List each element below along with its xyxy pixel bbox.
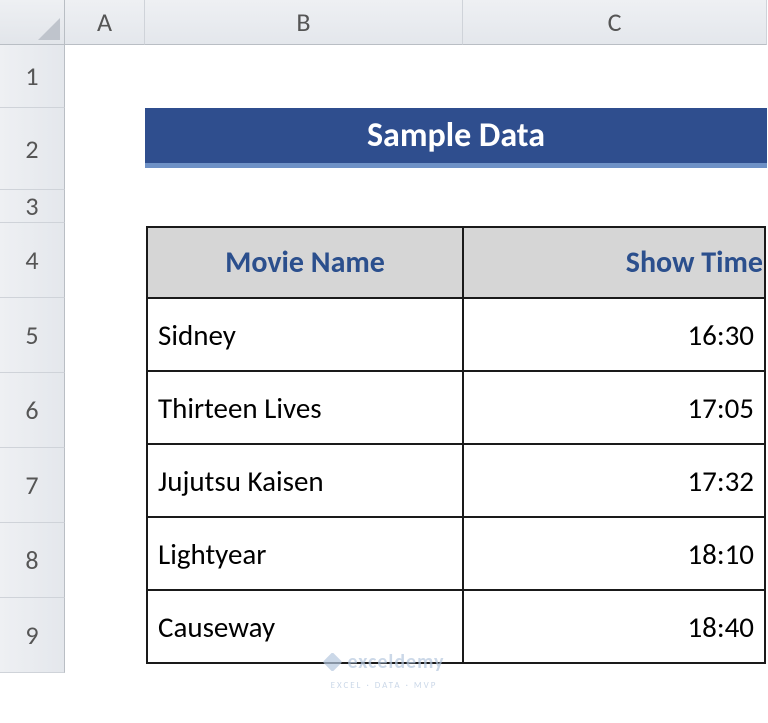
table-header-row: Movie Name Show Time — [147, 227, 765, 298]
cell-a2[interactable] — [65, 108, 145, 190]
row-header-6[interactable]: 6 — [0, 373, 65, 448]
column-header-c[interactable]: C — [463, 0, 767, 45]
movie-data-table: Movie Name Show Time Sidney 16:30 Thirte… — [146, 226, 766, 664]
cell-movie[interactable]: Lightyear — [147, 517, 463, 590]
cell-movie[interactable]: Thirteen Lives — [147, 371, 463, 444]
watermark-subtext: EXCEL · DATA · MVP — [331, 680, 438, 691]
table-row: Jujutsu Kaisen 17:32 — [147, 444, 765, 517]
cell-time[interactable]: 18:40 — [463, 590, 765, 663]
row-header-7[interactable]: 7 — [0, 448, 65, 523]
table-row: Causeway 18:40 — [147, 590, 765, 663]
column-header-row: A B C — [0, 0, 768, 45]
cell-time[interactable]: 17:05 — [463, 371, 765, 444]
row-header-9[interactable]: 9 — [0, 598, 65, 673]
column-header-b[interactable]: B — [145, 0, 463, 45]
cell-c3[interactable] — [463, 190, 767, 223]
cell-a8[interactable] — [65, 523, 145, 598]
cell-movie[interactable]: Sidney — [147, 298, 463, 371]
cell-movie[interactable]: Jujutsu Kaisen — [147, 444, 463, 517]
row-header-1[interactable]: 1 — [0, 45, 65, 108]
cell-c1[interactable] — [463, 45, 767, 108]
header-show-time[interactable]: Show Time — [463, 227, 765, 298]
table-row: Sidney 16:30 — [147, 298, 765, 371]
cell-time[interactable]: 17:32 — [463, 444, 765, 517]
cell-a4[interactable] — [65, 223, 145, 298]
cell-a6[interactable] — [65, 373, 145, 448]
cell-movie[interactable]: Causeway — [147, 590, 463, 663]
cell-a9[interactable] — [65, 598, 145, 673]
select-all-corner[interactable] — [0, 0, 65, 45]
table-row: Lightyear 18:10 — [147, 517, 765, 590]
cell-a5[interactable] — [65, 298, 145, 373]
row-header-5[interactable]: 5 — [0, 298, 65, 373]
title-banner[interactable]: Sample Data — [145, 108, 767, 168]
header-movie-name[interactable]: Movie Name — [147, 227, 463, 298]
cell-b3[interactable] — [145, 190, 463, 223]
cell-b1[interactable] — [145, 45, 463, 108]
cell-time[interactable]: 18:10 — [463, 517, 765, 590]
row-3: 3 — [0, 190, 768, 223]
cell-a1[interactable] — [65, 45, 145, 108]
row-1: 1 — [0, 45, 768, 108]
cell-a3[interactable] — [65, 190, 145, 223]
row-header-4[interactable]: 4 — [0, 223, 65, 298]
cell-time[interactable]: 16:30 — [463, 298, 765, 371]
cell-a7[interactable] — [65, 448, 145, 523]
row-header-2[interactable]: 2 — [0, 108, 65, 190]
select-all-triangle-icon — [38, 18, 60, 40]
row-header-8[interactable]: 8 — [0, 523, 65, 598]
table-row: Thirteen Lives 17:05 — [147, 371, 765, 444]
column-header-a[interactable]: A — [65, 0, 145, 45]
row-header-3[interactable]: 3 — [0, 190, 65, 223]
